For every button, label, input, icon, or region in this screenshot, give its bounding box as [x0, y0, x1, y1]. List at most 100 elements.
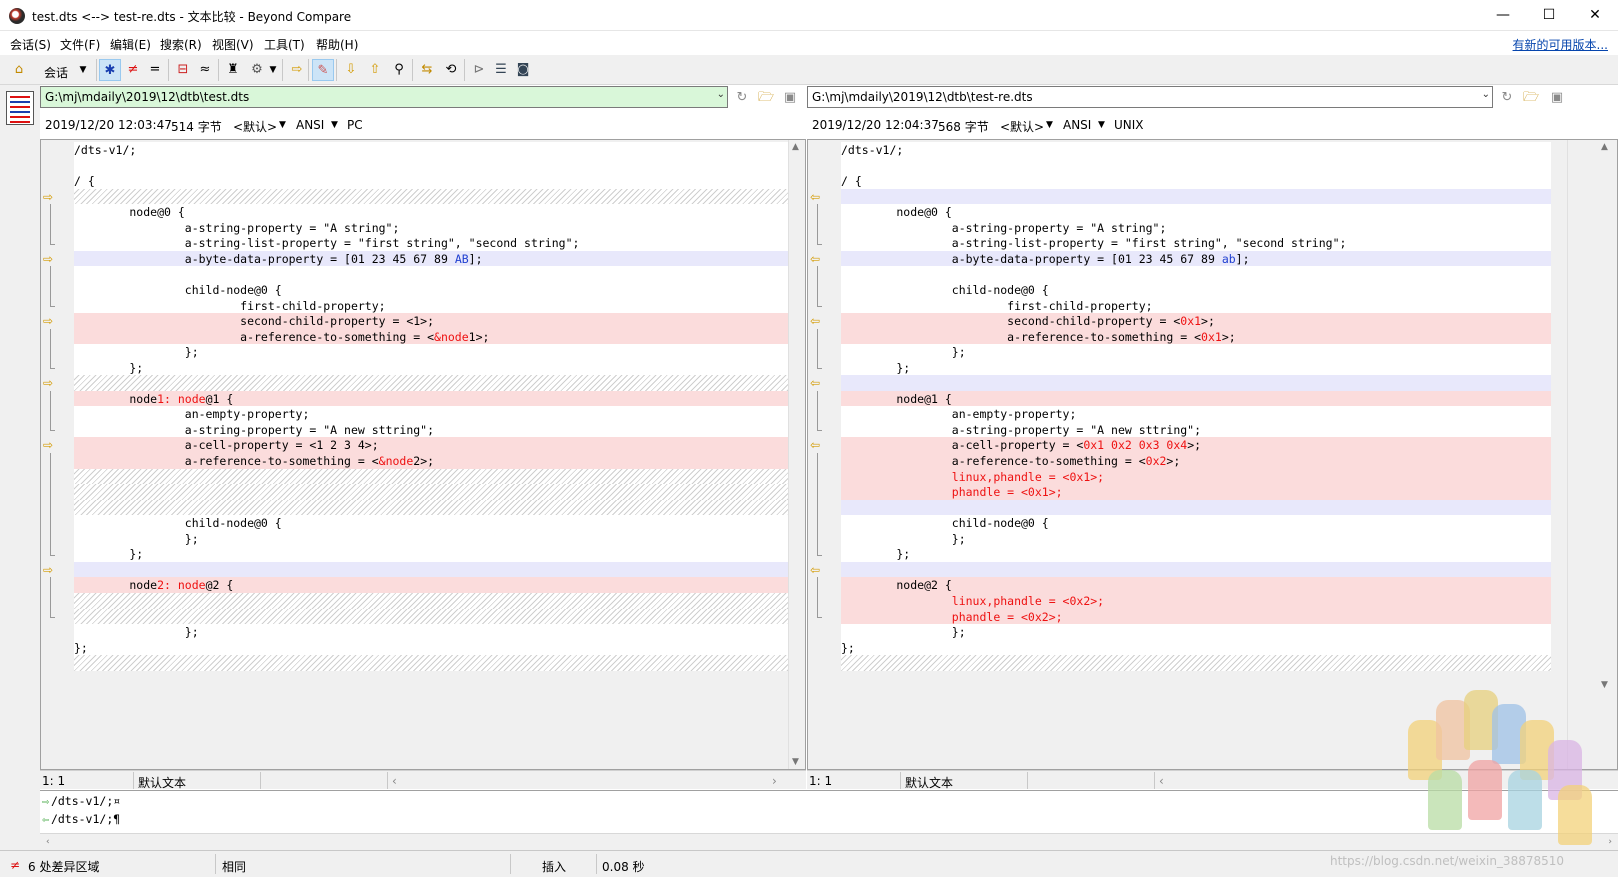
code-line[interactable]: phandle = <0x1>;	[841, 484, 1551, 501]
copy-left-arrow-icon[interactable]: ⇦	[810, 191, 824, 203]
code-line[interactable]: /dts-v1/;	[74, 142, 789, 158]
right-line-ending[interactable]: UNIX	[1114, 118, 1144, 132]
code-line[interactable]: node2: node@2 {	[74, 577, 789, 594]
edit-icon[interactable]: ✎	[312, 59, 334, 81]
code-line[interactable]: a-reference-to-something = <&node2>;	[74, 453, 789, 469]
code-line[interactable]: a-cell-property = <0x1 0x2 0x3 0x4>;	[841, 437, 1551, 454]
code-line[interactable]	[74, 499, 789, 516]
minimize-button[interactable]: —	[1480, 0, 1526, 31]
code-line[interactable]: a-string-property = "A new sttring";	[74, 421, 789, 438]
code-line[interactable]: child-node@0 {	[74, 515, 789, 532]
copy-right-arrow-icon[interactable]: ⇨	[43, 253, 57, 265]
code-line[interactable]: linux,phandle = <0x1>;	[841, 468, 1551, 485]
code-line[interactable]: };	[841, 344, 1551, 361]
right-text-pane[interactable]: ⇦ ⇦ ⇦ ⇦ ⇦ ⇦ /dts-v1/; / { node@0 { a-string-pr…	[807, 139, 1618, 770]
code-line[interactable]	[841, 157, 1551, 174]
chevron-down-icon[interactable]: ▼	[1046, 120, 1053, 130]
code-line[interactable]: node@0 {	[841, 204, 1551, 221]
session-dropdown-icon[interactable]: ▼	[72, 59, 94, 81]
copy-right-arrow-icon[interactable]: ⇨	[43, 564, 57, 576]
minor-icon[interactable]: ≈	[194, 59, 216, 81]
code-line[interactable]: a-string-property = "A new sttring";	[841, 421, 1551, 438]
chevron-down-icon[interactable]: ▼	[331, 120, 338, 130]
line-detail-preview[interactable]: ⇨/dts-v1/;¤ ⇦/dts-v1/;¶	[40, 790, 1618, 832]
left-text-pane[interactable]: ⇨ ⇨ ⇨ ⇨ ⇨ ⇨ /dts-v1/; / { node@0 { a-string-pr…	[40, 139, 806, 770]
format-dropdown-icon[interactable]: ▼	[262, 59, 284, 81]
left-refresh-icon[interactable]: ↻	[732, 88, 752, 108]
copy-right-arrow-icon[interactable]: ⇨	[43, 439, 57, 451]
menu-edit[interactable]: 编辑(E)	[110, 36, 151, 53]
preview-horizontal-scrollbar[interactable]: ‹ ›	[40, 833, 1618, 850]
scroll-up-icon[interactable]: ▲	[1601, 142, 1608, 152]
next-diff-icon[interactable]: ⇩	[340, 59, 362, 81]
scroll-left-icon[interactable]: ‹	[46, 837, 50, 847]
copy-left-arrow-icon[interactable]: ⇦	[810, 564, 824, 576]
code-line[interactable]: child-node@0 {	[841, 515, 1551, 532]
left-gutter[interactable]: ⇨ ⇨ ⇨ ⇨ ⇨ ⇨	[41, 140, 74, 769]
code-line[interactable]	[74, 375, 789, 392]
code-line[interactable]: };	[841, 359, 1551, 376]
find-icon[interactable]: ⚲	[388, 59, 410, 81]
code-line[interactable]	[74, 655, 789, 672]
code-line[interactable]: node@0 {	[74, 204, 789, 221]
code-line[interactable]: first-child-property;	[74, 297, 789, 314]
code-line[interactable]: };	[74, 639, 789, 656]
code-line[interactable]: a-string-list-property = "first string",…	[841, 235, 1551, 252]
scroll-up-icon[interactable]: ▲	[792, 142, 799, 152]
code-line[interactable]	[74, 608, 789, 625]
code-line[interactable]: };	[74, 344, 789, 361]
code-line[interactable]	[841, 266, 1551, 283]
code-line[interactable]: a-reference-to-something = <0x2>;	[841, 453, 1551, 469]
code-line[interactable]	[841, 499, 1551, 516]
copy-left-arrow-icon[interactable]: ⇦	[810, 253, 824, 265]
left-save-icon[interactable]: ▣	[780, 88, 800, 108]
code-line[interactable]: a-byte-data-property = [01 23 45 67 89 A…	[74, 250, 789, 267]
code-line[interactable]: };	[841, 546, 1551, 563]
copy-left-arrow-icon[interactable]: ⇦	[810, 315, 824, 327]
right-gutter[interactable]: ⇦ ⇦ ⇦ ⇦ ⇦ ⇦	[808, 140, 841, 769]
reload-icon[interactable]: ⟲	[440, 59, 462, 81]
left-code-area[interactable]: /dts-v1/; / { node@0 { a-string-property …	[74, 140, 789, 769]
prev-diff-icon[interactable]: ⇧	[364, 59, 386, 81]
show-all-icon[interactable]: ✱	[99, 59, 121, 81]
menu-session[interactable]: 会话(S)	[10, 36, 51, 53]
code-line[interactable]: node1: node@1 {	[74, 390, 789, 407]
code-line[interactable]	[74, 468, 789, 485]
session-label[interactable]: 会话	[44, 64, 68, 81]
code-line[interactable]	[74, 484, 789, 501]
code-line[interactable]: a-byte-data-property = [01 23 45 67 89 a…	[841, 250, 1551, 267]
code-line[interactable]: a-reference-to-something = <&node1>;	[74, 328, 789, 345]
scroll-down-icon[interactable]: ▼	[792, 757, 799, 767]
code-line[interactable]: first-child-property;	[841, 297, 1551, 314]
scroll-left-icon[interactable]: ‹	[1159, 774, 1164, 788]
thumbnail-overview[interactable]	[6, 91, 34, 125]
code-line[interactable]	[74, 188, 789, 205]
code-line[interactable]: a-cell-property = <1 2 3 4>;	[74, 437, 789, 454]
code-line[interactable]: / {	[841, 173, 1551, 190]
right-vertical-scrollbar[interactable]: ▲ ▼	[1567, 140, 1617, 769]
copy-to-right-icon[interactable]: ⇨	[286, 59, 308, 81]
menu-search[interactable]: 搜索(R)	[160, 36, 202, 53]
code-line[interactable]: phandle = <0x2>;	[841, 608, 1551, 625]
code-line[interactable]	[841, 188, 1551, 205]
list-icon[interactable]: ☰	[490, 59, 512, 81]
scroll-right-icon[interactable]: ›	[1608, 837, 1612, 847]
web-icon[interactable]: ◙	[512, 59, 534, 81]
left-vertical-scrollbar[interactable]: ▲ ▼	[788, 140, 805, 769]
code-line[interactable]	[74, 266, 789, 283]
menu-tools[interactable]: 工具(T)	[264, 36, 305, 53]
left-format-select[interactable]: <默认>	[233, 118, 277, 135]
copy-left-arrow-icon[interactable]: ⇦	[810, 439, 824, 451]
left-path-input[interactable]: G:\mj\mdaily\2019\12\dtb\test.dts ⌄	[40, 86, 728, 108]
code-line[interactable]: };	[841, 624, 1551, 641]
right-refresh-icon[interactable]: ↻	[1497, 88, 1517, 108]
code-line[interactable]: / {	[74, 173, 789, 190]
copy-left-arrow-icon[interactable]: ⇦	[810, 377, 824, 389]
right-save-icon[interactable]: ▣	[1547, 88, 1567, 108]
code-line[interactable]: };	[74, 530, 789, 547]
left-open-folder-icon[interactable]: 🗁	[756, 88, 776, 108]
left-line-ending[interactable]: PC	[347, 118, 363, 132]
show-differences-icon[interactable]: ≠	[122, 59, 144, 81]
code-line[interactable]: a-string-list-property = "first string",…	[74, 235, 789, 252]
menu-help[interactable]: 帮助(H)	[316, 36, 358, 53]
